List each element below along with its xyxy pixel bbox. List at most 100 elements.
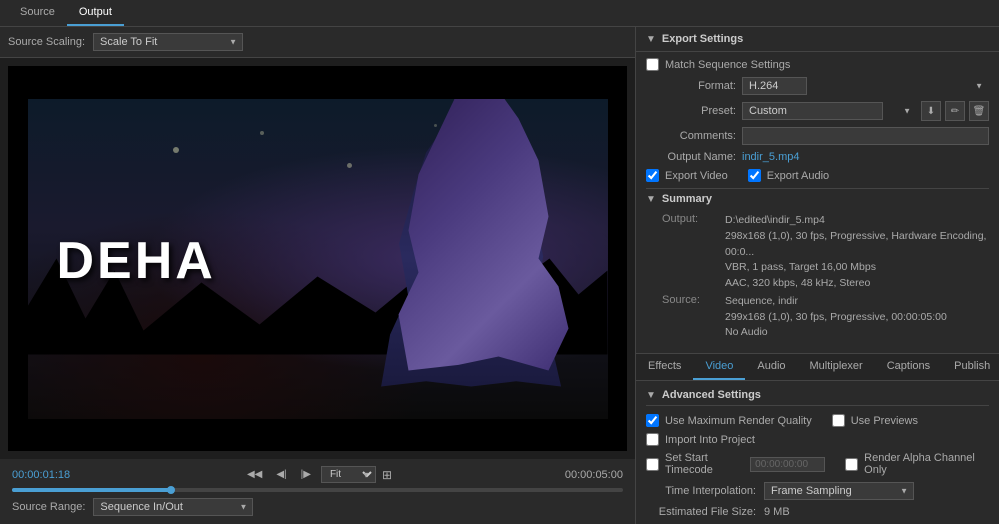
top-tabs: Source Output (0, 0, 999, 27)
advanced-settings-toggle[interactable]: ▼ (646, 390, 656, 401)
use-previews-item: Use Previews (832, 414, 918, 427)
start-timecode-label: Set Start Timecode (665, 452, 744, 476)
particle (347, 163, 352, 168)
max-render-label: Use Maximum Render Quality (665, 415, 812, 427)
render-alpha-item: Render Alpha Channel Only (845, 452, 989, 476)
export-video-checkbox[interactable] (646, 169, 659, 182)
preset-icons: ⬇ ✏ 🗑 (921, 101, 989, 121)
fit-select[interactable]: Fit 25% 50% 100% (321, 466, 376, 483)
settings-body: Match Sequence Settings Format: H.264 H.… (636, 52, 999, 353)
preset-select-wrapper: Custom Match Source High Quality 1080p H… (742, 102, 917, 120)
source-range-bar: Source Range: Sequence In/Out Work Area … (8, 494, 627, 520)
export-audio-checkbox[interactable] (748, 169, 761, 182)
render-alpha-checkbox[interactable] (845, 458, 858, 471)
export-settings-title: Export Settings (662, 33, 743, 45)
advanced-settings-title: Advanced Settings (662, 389, 761, 401)
source-range-select[interactable]: Sequence In/Out Work Area Entire Sequenc… (93, 498, 253, 516)
render-alpha-label: Render Alpha Channel Only (864, 452, 989, 476)
tab-captions[interactable]: Captions (875, 354, 942, 380)
timecode-alpha-row: Set Start Timecode Render Alpha Channel … (646, 452, 989, 476)
main-area: Source Scaling: Scale To Fit Scale To Fi… (0, 27, 999, 524)
time-interpolation-select-wrapper: Frame Sampling Frame Blending Optical Fl… (764, 482, 914, 500)
export-audio-label: Export Audio (767, 170, 829, 182)
use-previews-checkbox[interactable] (832, 414, 845, 427)
video-tab-content: ▼ Advanced Settings Use Maximum Render Q… (636, 381, 999, 524)
source-range-select-wrapper: Sequence In/Out Work Area Entire Sequenc… (93, 498, 253, 516)
current-time: 00:00:01:18 (12, 469, 70, 481)
export-audio-item: Export Audio (748, 169, 829, 182)
scaling-select-wrapper: Scale To Fit Scale To Fill Stretch To Fi… (93, 33, 243, 51)
summary-source-val: Sequence, indir 299x168 (1,0), 30 fps, P… (725, 294, 989, 341)
time-interpolation-label: Time Interpolation: (646, 485, 756, 497)
tab-publish[interactable]: Publish (942, 354, 999, 380)
summary-output-key: Output: (662, 213, 717, 292)
rename-preset-button[interactable]: ✏ (945, 101, 965, 121)
summary-source-row: Source: Sequence, indir 299x168 (1,0), 3… (662, 294, 989, 341)
max-render-checkbox[interactable] (646, 414, 659, 427)
format-select-wrapper: H.264 H.265 ProRes (742, 77, 989, 95)
fullscreen-button[interactable]: ⊞ (382, 468, 392, 482)
scaling-select[interactable]: Scale To Fit Scale To Fill Stretch To Fi… (93, 33, 243, 51)
time-display: 00:00:01:18 ◀◀ ◀| |▶ Fit 25% 50% 100% ⊞ (8, 463, 627, 486)
summary-output-val: D:\edited\indir_5.mp4 298x168 (1,0), 30 … (725, 213, 989, 292)
progress-thumb[interactable] (167, 486, 175, 494)
match-sequence-label: Match Sequence Settings (665, 59, 790, 71)
playback-buttons: ◀◀ ◀| |▶ Fit 25% 50% 100% ⊞ (243, 466, 392, 483)
time-interpolation-row: Time Interpolation: Frame Sampling Frame… (646, 482, 989, 500)
tab-source[interactable]: Source (8, 0, 67, 26)
output-name-link[interactable]: indir_5.mp4 (742, 151, 799, 163)
tab-output[interactable]: Output (67, 0, 124, 26)
settings-tabs-row: Effects Video Audio Multiplexer Captions… (636, 353, 999, 381)
video-controls: 00:00:01:18 ◀◀ ◀| |▶ Fit 25% 50% 100% ⊞ (0, 459, 635, 524)
tab-audio[interactable]: Audio (745, 354, 797, 380)
import-project-label: Import Into Project (665, 434, 755, 446)
use-previews-label: Use Previews (851, 415, 918, 427)
total-time: 00:00:05:00 (565, 469, 623, 481)
rewind-button[interactable]: ◀◀ (243, 467, 266, 482)
output-name-row: Output Name: indir_5.mp4 (646, 151, 989, 163)
output-name-label: Output Name: (646, 151, 736, 163)
format-select[interactable]: H.264 H.265 ProRes (742, 77, 807, 95)
export-settings-header: ▼ Export Settings (636, 27, 999, 52)
save-preset-button[interactable]: ⬇ (921, 101, 941, 121)
summary-header[interactable]: ▼ Summary (646, 189, 989, 209)
video-frame: DEHA (28, 99, 608, 419)
tab-effects[interactable]: Effects (636, 354, 693, 380)
particle (173, 147, 179, 153)
source-scaling-bar: Source Scaling: Scale To Fit Scale To Fi… (0, 27, 635, 58)
summary-source-key: Source: (662, 294, 717, 341)
advanced-settings-header[interactable]: ▼ Advanced Settings (646, 389, 989, 406)
left-panel: Source Scaling: Scale To Fit Scale To Fi… (0, 27, 635, 524)
timecode-input[interactable] (750, 457, 825, 472)
preset-select[interactable]: Custom Match Source High Quality 1080p H… (742, 102, 883, 120)
start-timecode-checkbox[interactable] (646, 458, 659, 471)
summary-title: Summary (662, 193, 712, 205)
tab-multiplexer[interactable]: Multiplexer (798, 354, 875, 380)
import-project-row: Import Into Project (646, 433, 989, 446)
step-back-button[interactable]: ◀| (272, 467, 290, 482)
summary-toggle[interactable]: ▼ (646, 194, 656, 205)
step-fwd-button[interactable]: |▶ (297, 467, 315, 482)
render-quality-row: Use Maximum Render Quality Use Previews (646, 414, 989, 427)
delete-preset-button[interactable]: 🗑 (969, 101, 989, 121)
start-timecode-item: Set Start Timecode (646, 452, 825, 476)
preset-row: Preset: Custom Match Source High Quality… (646, 101, 989, 121)
export-video-item: Export Video (646, 169, 728, 182)
right-panel: ▼ Export Settings Match Sequence Setting… (635, 27, 999, 524)
export-settings-toggle[interactable]: ▼ (646, 34, 656, 45)
fit-select-wrapper: Fit 25% 50% 100% (321, 466, 376, 483)
format-row: Format: H.264 H.265 ProRes (646, 77, 989, 95)
time-interpolation-select[interactable]: Frame Sampling Frame Blending Optical Fl… (764, 482, 914, 500)
file-size-value: 9 MB (764, 506, 790, 518)
comments-input[interactable] (742, 127, 989, 145)
import-project-checkbox[interactable] (646, 433, 659, 446)
progress-container (8, 486, 627, 494)
match-sequence-row: Match Sequence Settings (646, 58, 989, 71)
particle (260, 131, 264, 135)
tab-video[interactable]: Video (693, 354, 745, 380)
file-size-row: Estimated File Size: 9 MB (646, 506, 989, 518)
summary-content: Output: D:\edited\indir_5.mp4 298x168 (1… (646, 209, 989, 347)
match-sequence-checkbox[interactable] (646, 58, 659, 71)
progress-track[interactable] (12, 488, 623, 492)
video-preview: DEHA (8, 66, 627, 451)
